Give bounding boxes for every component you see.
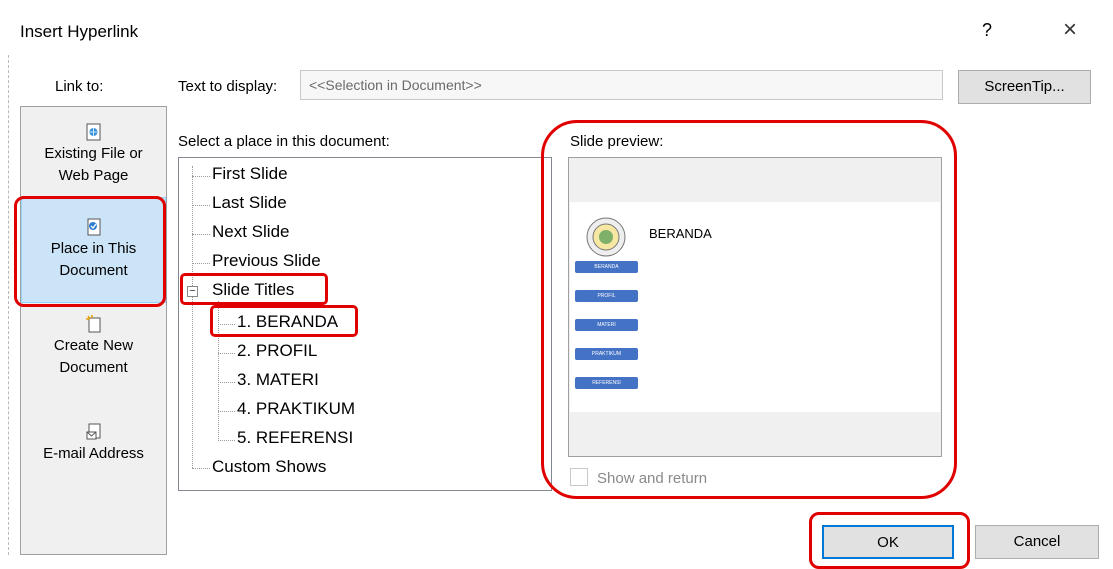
globe-file-icon — [86, 123, 100, 141]
text-to-display-label: Text to display: — [178, 78, 278, 95]
text-to-display-input[interactable]: <<Selection in Document>> — [300, 70, 943, 100]
tree-node-first-slide[interactable]: First Slide — [212, 164, 288, 184]
slide-btn-profil: PROFIL — [575, 290, 638, 302]
link-to-email[interactable]: E-mail Address — [21, 423, 166, 483]
select-place-label: Select a place in this document: — [178, 133, 390, 150]
link-to-place-in-document[interactable]: Place in This Document — [21, 197, 166, 303]
dialog-title: Insert Hyperlink — [20, 22, 139, 41]
link-to-sidebar: Existing File or Web Page Place in This … — [20, 106, 167, 555]
place-document-line1: Place in This — [50, 240, 137, 257]
link-to-label: Link to: — [55, 78, 104, 95]
slide-btn-materi: MATERI — [575, 319, 638, 331]
tree-node-last-slide[interactable]: Last Slide — [212, 193, 287, 213]
slide-preview-label: Slide preview: — [570, 133, 664, 150]
place-tree[interactable]: − First Slide Last Slide Next Slide Prev… — [178, 157, 552, 491]
create-new-line1: Create New — [53, 337, 134, 354]
tree-node-beranda[interactable]: 1. BERANDA — [237, 312, 338, 332]
tree-node-materi[interactable]: 3. MATERI — [237, 370, 319, 390]
slide-thumbnail: BERANDA BERANDA PROFIL MATERI PRAKTIKUM … — [570, 202, 940, 412]
email-line1: E-mail Address — [43, 445, 144, 462]
new-document-icon — [85, 315, 100, 333]
slide-title-text: BERANDA — [649, 226, 712, 241]
tree-node-profil[interactable]: 2. PROFIL — [237, 341, 317, 361]
window-edge — [8, 55, 9, 555]
logo-emblem-icon — [586, 217, 626, 257]
slide-preview-pane: BERANDA BERANDA PROFIL MATERI PRAKTIKUM … — [568, 157, 942, 457]
slide-btn-praktikum: PRAKTIKUM — [575, 348, 638, 360]
tree-node-praktikum[interactable]: 4. PRAKTIKUM — [237, 399, 355, 419]
email-icon — [86, 423, 100, 440]
show-and-return-label: Show and return — [597, 470, 708, 487]
tree-node-custom-shows[interactable]: Custom Shows — [212, 457, 326, 477]
place-document-line2: Document — [59, 262, 128, 279]
existing-file-line2: Web Page — [58, 167, 129, 184]
tree-node-next-slide[interactable]: Next Slide — [212, 222, 289, 242]
link-to-create-new[interactable]: Create New Document — [21, 315, 166, 395]
cancel-button[interactable]: Cancel — [975, 525, 1099, 559]
help-button[interactable]: ? — [982, 20, 992, 41]
tree-node-slide-titles[interactable]: Slide Titles — [212, 280, 294, 300]
tree-node-referensi[interactable]: 5. REFERENSI — [237, 428, 353, 448]
document-place-icon — [87, 218, 100, 236]
existing-file-line1: Existing File or — [44, 145, 143, 162]
insert-hyperlink-dialog: Insert Hyperlink ? × Link to: Existing F… — [0, 0, 1113, 569]
create-new-line2: Document — [59, 359, 128, 376]
close-button[interactable]: × — [1063, 16, 1077, 44]
tree-node-previous-slide[interactable]: Previous Slide — [212, 251, 321, 271]
screentip-button[interactable]: ScreenTip... — [958, 70, 1091, 104]
slide-titles-collapse-toggle[interactable]: − — [187, 286, 198, 297]
slide-btn-beranda: BERANDA — [575, 261, 638, 273]
ok-button[interactable]: OK — [822, 525, 954, 559]
show-and-return-checkbox[interactable] — [570, 468, 588, 486]
slide-btn-referensi: REFERENSI — [575, 377, 638, 389]
